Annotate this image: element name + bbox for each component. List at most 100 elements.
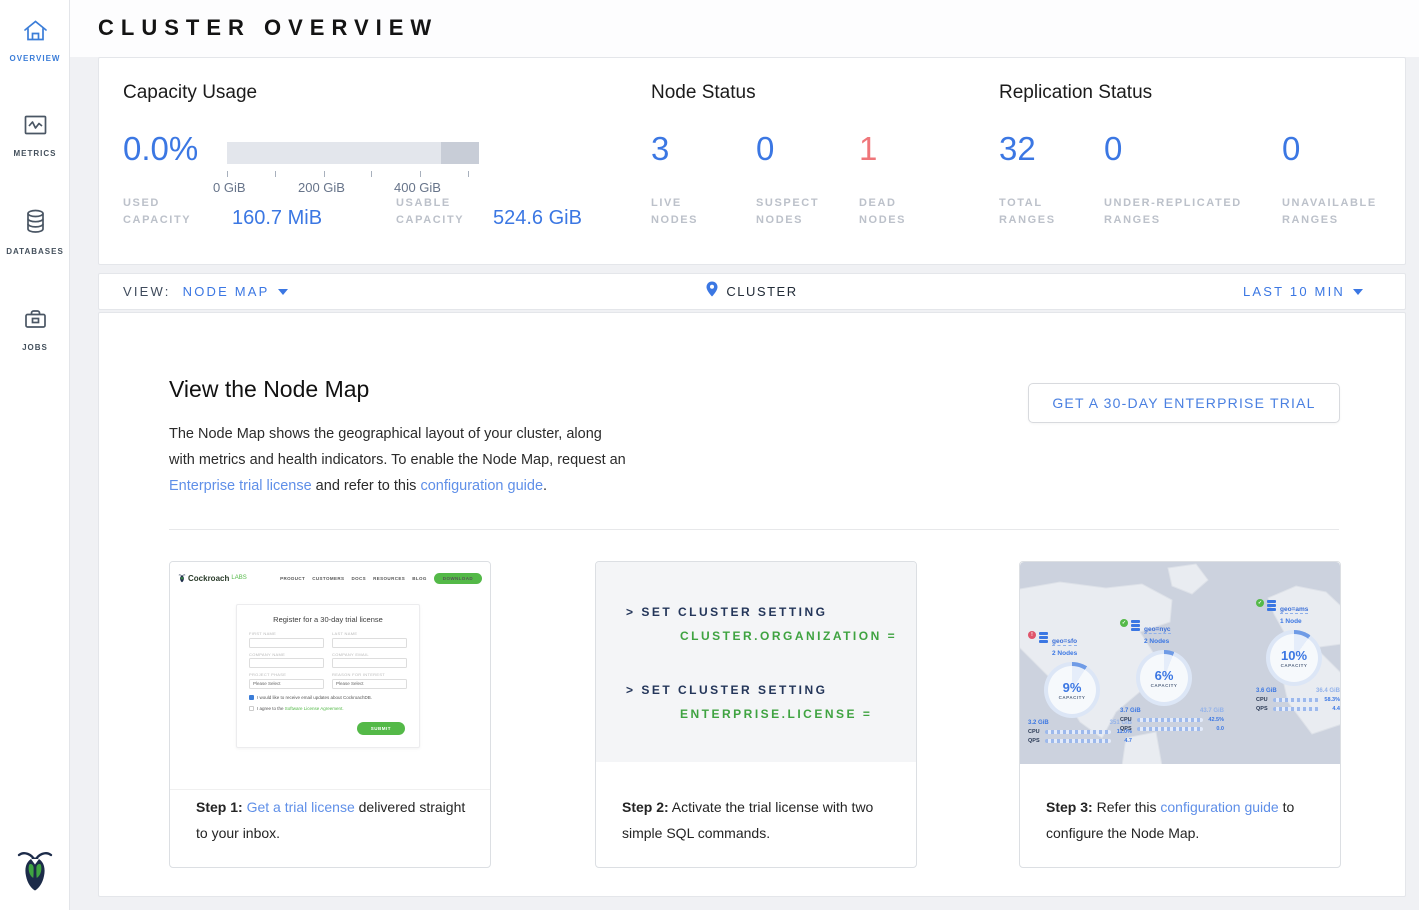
time-range-selector[interactable]: LAST 10 MIN	[1243, 284, 1345, 299]
step-label: Step 2:	[622, 799, 669, 815]
region-name: geo=nyc	[1144, 626, 1171, 634]
license-agreement-link: Software License Agreement.	[285, 706, 344, 711]
capacity-axis-tick: 200 GiB	[298, 180, 345, 195]
view-selector[interactable]: NODE MAP	[183, 284, 270, 299]
sidebar-item-overview[interactable]: OVERVIEW	[0, 0, 70, 73]
capacity-axis-tick: 0 GiB	[213, 180, 246, 195]
last-name-field	[332, 638, 407, 648]
qps-label: QPS	[1256, 706, 1270, 712]
project-phase-select: Please Select	[249, 679, 324, 689]
form-title: Register for a 30-day trial license	[249, 615, 407, 624]
suspect-nodes-count: 0	[756, 130, 774, 168]
region-node-count: 2 Nodes	[1144, 638, 1171, 645]
step2-caption: Step 2: Activate the trial license with …	[622, 794, 897, 846]
capacity-gauge: 9%CAPACITY	[1044, 662, 1100, 718]
enterprise-trial-license-link[interactable]: Enterprise trial license	[169, 478, 312, 494]
gauge-percent: 6%	[1155, 668, 1174, 683]
company-name-field	[249, 658, 324, 668]
nodes-stack-icon	[1039, 632, 1049, 642]
database-icon	[22, 208, 49, 241]
cluster-summary-panel: Capacity Usage 0.0% 0 GiB 200 GiB 400 Gi…	[98, 57, 1406, 265]
caption-text: Refer this	[1093, 799, 1161, 815]
sql-argument: CLUSTER.ORGANIZATION =	[680, 629, 897, 643]
chevron-down-icon[interactable]	[278, 289, 288, 295]
checkbox-label: I agree to the	[257, 706, 285, 711]
unavailable-ranges-count: 0	[1282, 130, 1300, 168]
live-nodes-count: 3	[651, 130, 669, 168]
license-agreement-checkbox	[249, 706, 254, 711]
sql-prompt: >	[626, 605, 641, 619]
healthy-badge-icon: ✓	[1120, 619, 1128, 627]
briefcase-icon	[22, 306, 49, 337]
sidebar-item-label: OVERVIEW	[10, 54, 61, 63]
gauge-label: CAPACITY	[1151, 683, 1178, 688]
node-map-illustration: ! geo=sfo2 Nodes 9%CAPACITY 3.2 GiB351 G…	[1020, 562, 1340, 764]
usable-capacity-value: 524.6 GiB	[493, 207, 582, 230]
gauge-percent: 9%	[1063, 680, 1082, 695]
nav-item: BLOG	[412, 576, 427, 581]
alert-badge-icon: !	[1028, 631, 1036, 639]
region-widget-ams: ✓ geo=ams1 Node 10%CAPACITY 3.6 GiB36.4 …	[1256, 598, 1340, 712]
nodes-stack-icon	[1131, 620, 1141, 630]
step1-caption: Step 1: Get a trial license delivered st…	[196, 794, 471, 846]
get-trial-license-link[interactable]: Get a trial license	[247, 799, 355, 815]
cpu-sparkline	[1045, 730, 1111, 734]
field-label: FIRST NAME	[249, 631, 324, 636]
region-node-count: 1 Node	[1280, 618, 1308, 625]
chevron-down-icon[interactable]	[1353, 289, 1363, 295]
sql-commands-illustration: > SET CLUSTER SETTING CLUSTER.ORGANIZATI…	[596, 562, 916, 762]
qps-sparkline	[1273, 707, 1319, 711]
cpu-sparkline	[1273, 698, 1319, 702]
step-label: Step 3:	[1046, 799, 1093, 815]
node-map-description: The Node Map shows the geographical layo…	[169, 421, 629, 499]
capacity-gauge: 6%CAPACITY	[1136, 650, 1192, 706]
cockroach-labs-wordmark: Cockroach LABS	[178, 573, 247, 583]
trial-registration-form: Register for a 30-day trial license FIRS…	[236, 604, 420, 748]
checkbox-label: I would like to receive email updates ab…	[257, 695, 372, 700]
total-ranges-count: 32	[999, 130, 1036, 168]
sql-command: SET CLUSTER SETTING	[641, 605, 827, 619]
step2-card: > SET CLUSTER SETTING CLUSTER.ORGANIZATI…	[595, 561, 917, 868]
sidebar-item-databases[interactable]: DATABASES	[0, 190, 70, 266]
region-widget-sfo: ! geo=sfo2 Nodes 9%CAPACITY 3.2 GiB351 G…	[1028, 630, 1132, 744]
qps-label: QPS	[1120, 726, 1134, 732]
qps-sparkline	[1045, 739, 1111, 743]
step1-card: Cockroach LABS PRODUCT CUSTOMERS DOCS RE…	[169, 561, 491, 868]
configuration-guide-link[interactable]: configuration guide	[420, 478, 543, 494]
view-bar: VIEW: NODE MAP CLUSTER LAST 10 MIN	[98, 273, 1406, 310]
capacity-used: 3.7 GiB	[1120, 708, 1141, 714]
region-name: geo=sfo	[1052, 638, 1077, 646]
gauge-percent: 10%	[1281, 648, 1307, 663]
region-widget-nyc: ✓ geo=nyc2 Nodes 6%CAPACITY 3.7 GiB43.7 …	[1120, 618, 1224, 732]
under-replicated-ranges-count: 0	[1104, 130, 1122, 168]
sidebar-item-label: DATABASES	[6, 247, 64, 256]
home-icon	[22, 18, 49, 48]
description-text: The Node Map shows the geographical layo…	[169, 426, 626, 468]
description-text: .	[543, 478, 547, 494]
step-label: Step 1:	[196, 799, 243, 815]
nav-item: CUSTOMERS	[312, 576, 344, 581]
get-enterprise-trial-button[interactable]: GET A 30-DAY ENTERPRISE TRIAL	[1028, 383, 1340, 423]
under-replicated-ranges-label: UNDER-REPLICATED RANGES	[1104, 195, 1269, 229]
capacity-usage-title: Capacity Usage	[123, 82, 257, 104]
node-status-title: Node Status	[651, 82, 756, 104]
unavailable-ranges-label: UNAVAILABLE RANGES	[1282, 195, 1392, 229]
cpu-label: CPU	[1256, 697, 1270, 703]
cpu-label: CPU	[1120, 717, 1134, 723]
configuration-guide-link[interactable]: configuration guide	[1160, 799, 1278, 815]
capacity-bar-segment	[441, 142, 479, 164]
sidebar-item-jobs[interactable]: JOBS	[0, 288, 70, 362]
location-breadcrumb[interactable]: CLUSTER	[726, 284, 797, 299]
healthy-badge-icon: ✓	[1256, 599, 1264, 607]
capacity-axis-tick: 400 GiB	[394, 180, 441, 195]
region-node-count: 2 Nodes	[1052, 650, 1077, 657]
qps-label: QPS	[1028, 738, 1042, 744]
live-nodes-label: LIVE NODES	[651, 195, 721, 229]
used-capacity-label: USED CAPACITY	[123, 195, 208, 229]
nav-item: DOCS	[351, 576, 366, 581]
qps-value: 0.0	[1206, 726, 1224, 732]
sidebar: OVERVIEW METRICS DATABASES	[0, 0, 70, 910]
sidebar-item-metrics[interactable]: METRICS	[0, 95, 70, 168]
site-nav: PRODUCT CUSTOMERS DOCS RESOURCES BLOG DO…	[280, 573, 482, 584]
region-name: geo=ams	[1280, 606, 1308, 614]
